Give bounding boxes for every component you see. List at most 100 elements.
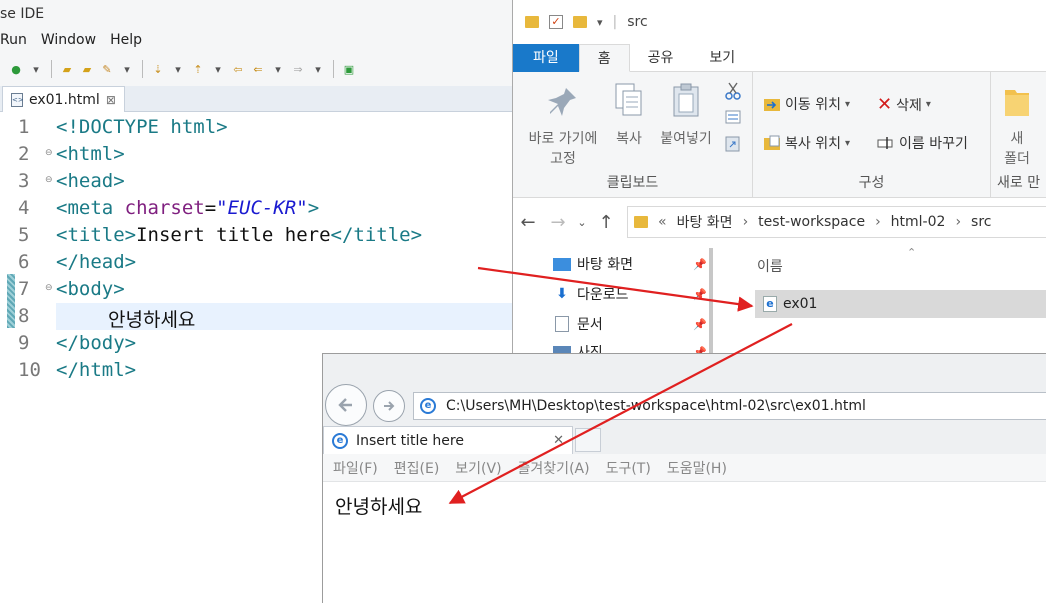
- external-tool-icon[interactable]: ▣: [341, 61, 357, 77]
- line-number: 10: [18, 359, 41, 381]
- tab-share[interactable]: 공유: [630, 44, 692, 72]
- forward-button[interactable]: [373, 390, 405, 422]
- menu-favorites[interactable]: 즐겨찾기(A): [518, 458, 590, 478]
- prev-annotation-icon[interactable]: ⇡: [190, 61, 206, 77]
- back-arrow-icon[interactable]: ⇐: [250, 61, 266, 77]
- close-icon[interactable]: ⊠: [106, 93, 116, 107]
- fold-toggle-icon[interactable]: ⊖: [45, 175, 53, 185]
- nav-item-downloads[interactable]: ⬇ 다운로드 📌: [553, 284, 713, 304]
- title-open-tag: <title>: [56, 224, 137, 246]
- browser-tab[interactable]: e Insert title here ✕: [323, 426, 573, 454]
- pin-label-line1: 바로 가기에: [528, 131, 598, 147]
- open-folder-icon[interactable]: ▰: [59, 61, 75, 77]
- new-group-label: 새로 만: [997, 175, 1041, 191]
- tab-view[interactable]: 보기: [691, 44, 753, 72]
- meta-tag-close: >: [307, 197, 320, 219]
- last-edit-icon[interactable]: ⇦: [230, 61, 246, 77]
- nav-item-documents[interactable]: 문서 📌: [553, 314, 713, 334]
- browser-navbar: e C:\Users\MH\Desktop\test-workspace\htm…: [323, 354, 1046, 426]
- pin-icon[interactable]: 📌: [693, 258, 707, 271]
- dropdown-icon[interactable]: ▾: [170, 61, 186, 77]
- tab-home[interactable]: 홈: [578, 44, 630, 72]
- browser-menubar: 파일(F) 편집(E) 보기(V) 즐겨찾기(A) 도구(T) 도움말(H): [323, 454, 1046, 482]
- body-open-tag: <body>: [56, 278, 125, 300]
- breadcrumb-sep: ›: [875, 214, 881, 230]
- ide-title: se IDE: [0, 6, 45, 22]
- window-title: src: [627, 14, 648, 30]
- scissors-icon[interactable]: [725, 82, 741, 104]
- delete-button[interactable]: ✕ 삭제 ▾: [877, 94, 931, 115]
- new-tab-button[interactable]: [575, 428, 601, 452]
- dropdown-icon[interactable]: ▾: [119, 61, 135, 77]
- forward-arrow-icon[interactable]: →: [543, 212, 573, 233]
- paste-shortcut-icon[interactable]: [725, 134, 741, 156]
- toolbar-separator: [333, 60, 334, 78]
- menu-file[interactable]: 파일(F): [333, 458, 378, 478]
- breadcrumb-overflow[interactable]: «: [658, 214, 667, 230]
- line-number: 2: [18, 143, 30, 165]
- copy-to-button[interactable]: 복사 위치 ▾: [763, 133, 850, 153]
- pin-icon[interactable]: 📌: [693, 318, 707, 331]
- move-to-button[interactable]: 이동 위치 ▾: [763, 94, 850, 114]
- menu-view[interactable]: 보기(V): [455, 458, 501, 478]
- line-number: 5: [18, 224, 30, 246]
- pin-to-quick-access-button[interactable]: 바로 가기에 고정: [519, 86, 607, 168]
- paste-button[interactable]: 붙여넣기: [655, 82, 717, 148]
- breadcrumb-test-workspace[interactable]: test-workspace: [758, 214, 865, 230]
- dropdown-icon[interactable]: ▾: [210, 61, 226, 77]
- new-folder-icon[interactable]: [573, 16, 587, 28]
- back-button[interactable]: [325, 384, 367, 426]
- quick-access-dropdown-icon[interactable]: ▾: [597, 16, 603, 29]
- close-icon[interactable]: ✕: [553, 433, 564, 448]
- equals-sign: =: [204, 197, 217, 219]
- breadcrumb[interactable]: « 바탕 화면 › test-workspace › html-02 › src: [627, 206, 1046, 238]
- run-icon[interactable]: ●: [8, 61, 24, 77]
- menu-edit[interactable]: 편집(E): [394, 458, 440, 478]
- copy-icon: [615, 83, 642, 116]
- copy-button[interactable]: 복사: [609, 82, 649, 148]
- fold-toggle-icon[interactable]: ⊖: [45, 148, 53, 158]
- recent-locations-icon[interactable]: ⌄: [573, 216, 591, 229]
- ie-logo: e: [420, 398, 436, 414]
- menu-window[interactable]: Window: [41, 30, 96, 54]
- nav-item-desktop[interactable]: 바탕 화면 📌: [553, 254, 713, 274]
- page-body-text: 안녕하세요: [335, 496, 423, 518]
- forward-arrow-icon[interactable]: ⇒: [290, 61, 306, 77]
- breadcrumb-html-02[interactable]: html-02: [891, 214, 946, 230]
- menu-help[interactable]: 도움말(H): [667, 458, 727, 478]
- code-line-9: </body>: [56, 332, 136, 354]
- properties-icon[interactable]: ✓: [549, 15, 563, 29]
- nav-item-label: 바탕 화면: [577, 257, 633, 273]
- nav-scrollbar[interactable]: [709, 248, 713, 360]
- menu-run[interactable]: Run: [0, 30, 27, 54]
- brush-icon[interactable]: ✎: [99, 61, 115, 77]
- new-folder-button[interactable]: 새 폴더: [997, 84, 1037, 168]
- editor-tab[interactable]: <> ex01.html ⊠: [2, 86, 125, 112]
- menu-help[interactable]: Help: [110, 30, 142, 54]
- paste-label: 붙여넣기: [660, 131, 712, 147]
- file-item-ex01[interactable]: e ex01: [755, 290, 1046, 318]
- breadcrumb-desktop[interactable]: 바탕 화면: [677, 212, 733, 232]
- browser-address-bar[interactable]: e C:\Users\MH\Desktop\test-workspace\htm…: [413, 392, 1046, 420]
- address-text: C:\Users\MH\Desktop\test-workspace\html-…: [446, 398, 866, 414]
- download-icon: ⬇: [556, 286, 568, 302]
- open-folder-icon[interactable]: ▰: [79, 61, 95, 77]
- dropdown-icon[interactable]: ▾: [270, 61, 286, 77]
- next-annotation-icon[interactable]: ⇣: [150, 61, 166, 77]
- copy-path-icon[interactable]: [725, 110, 741, 128]
- pin-icon[interactable]: 📌: [693, 288, 707, 301]
- meta-tag-open: <meta: [56, 197, 125, 219]
- dropdown-icon[interactable]: ▾: [310, 61, 326, 77]
- column-header-name[interactable]: 이름: [757, 256, 783, 276]
- back-arrow-icon[interactable]: ←: [513, 212, 543, 233]
- tab-file[interactable]: 파일: [513, 44, 579, 72]
- fold-toggle-icon[interactable]: ⊖: [45, 283, 53, 293]
- rename-button[interactable]: 이름 바꾸기: [877, 133, 968, 153]
- paste-icon: [673, 83, 699, 117]
- head-close-tag: </head>: [56, 251, 137, 273]
- menu-tools[interactable]: 도구(T): [606, 458, 651, 478]
- breadcrumb-src[interactable]: src: [971, 214, 991, 230]
- up-arrow-icon[interactable]: ↑: [591, 212, 621, 233]
- dropdown-icon[interactable]: ▾: [28, 61, 44, 77]
- new-folder-label-line2: 폴더: [1004, 151, 1030, 167]
